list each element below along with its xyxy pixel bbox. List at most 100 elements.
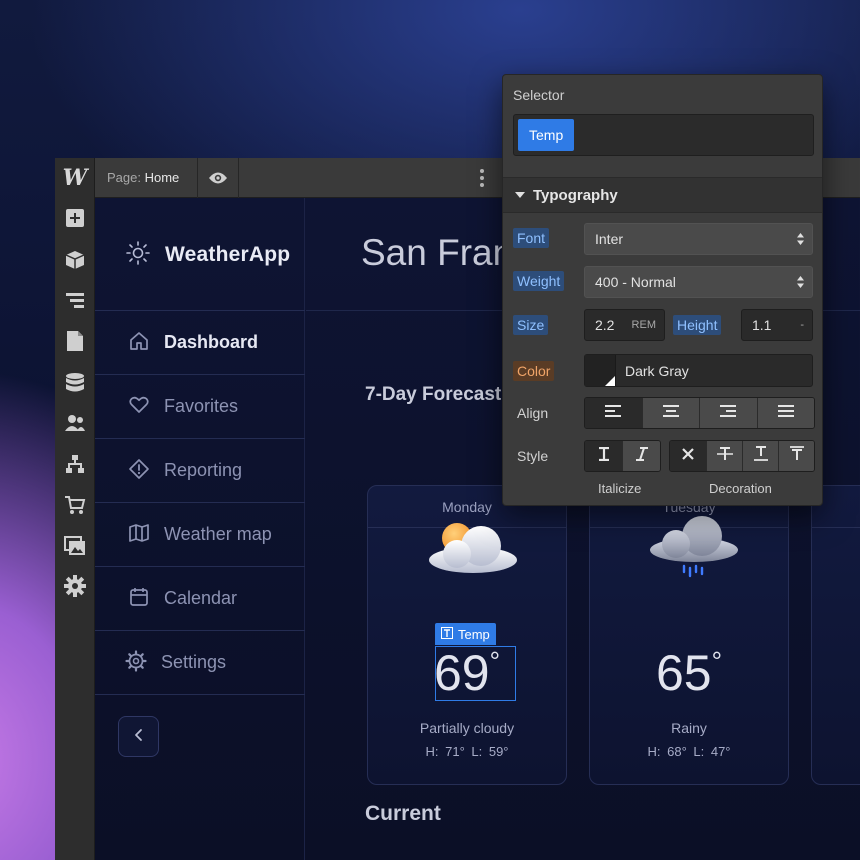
align-justify-icon <box>777 404 794 422</box>
divider <box>238 158 239 198</box>
align-center-icon <box>662 404 679 422</box>
page-label-key: Page: <box>107 170 141 185</box>
caret-down-icon <box>515 186 525 204</box>
nav-label: Favorites <box>164 396 239 416</box>
rain-cloud-icon <box>640 516 750 590</box>
align-center-button[interactable] <box>642 398 700 428</box>
no-decoration-button[interactable] <box>670 441 707 471</box>
overline-icon <box>789 446 805 466</box>
page-selector[interactable]: Page: Home <box>107 170 179 185</box>
size-label: Size <box>513 315 549 335</box>
nav-item-calendar[interactable]: Calendar <box>95 567 305 630</box>
align-label: Align <box>517 405 549 421</box>
close-icon <box>682 447 694 465</box>
components-icon[interactable] <box>63 248 87 272</box>
align-right-button[interactable] <box>700 398 758 428</box>
heart-icon <box>128 394 150 420</box>
forecast-card[interactable]: Tuesday 65° Rainy H: 68° L: 47° <box>589 485 789 785</box>
preview-eye-icon[interactable] <box>208 170 228 190</box>
strikethrough-button[interactable] <box>707 441 743 471</box>
logic-icon[interactable] <box>63 452 87 476</box>
font-value: Inter <box>595 231 624 247</box>
current-heading: Current <box>365 802 441 825</box>
weight-label: Weight <box>513 271 565 291</box>
nav-label: Weather map <box>164 524 272 544</box>
forecast-heading: 7-Day Forecast <box>365 384 502 405</box>
decoration-group <box>669 440 815 472</box>
align-right-icon <box>720 404 737 422</box>
size-value: 2.2 <box>595 317 615 333</box>
page-label-value: Home <box>144 170 180 185</box>
line-height-input[interactable]: 1.1 - <box>741 309 813 341</box>
selector-class-chip[interactable]: Temp <box>518 119 575 151</box>
upright-text-icon <box>598 446 610 466</box>
nav-item-settings[interactable]: Settings <box>95 631 305 694</box>
nav-item-favorites[interactable]: Favorites <box>95 375 305 438</box>
collapse-sidebar-button[interactable] <box>118 716 159 757</box>
condition-label: Partially cloudy <box>419 720 515 736</box>
nav-item-reporting[interactable]: Reporting <box>95 439 305 502</box>
condition-label: Rainy <box>671 720 707 736</box>
high-low: H: 68° L: 47° <box>647 744 731 759</box>
weight-value: 400 - Normal <box>595 274 676 290</box>
selected-element-tag[interactable]: Temp <box>435 623 496 645</box>
updown-arrows-icon <box>797 276 804 288</box>
style-label: Style <box>517 448 549 464</box>
color-value: Dark Gray <box>625 362 689 379</box>
forecast-card[interactable]: Monday Temp 69° Partially cloudy H: 71° … <box>367 485 567 785</box>
height-value: 1.1 <box>752 317 772 333</box>
text-align-group <box>584 397 815 429</box>
more-options-icon[interactable] <box>479 168 485 192</box>
assets-icon[interactable] <box>63 534 87 558</box>
nav-label: Reporting <box>164 460 243 480</box>
chevron-left-icon <box>134 727 144 746</box>
decoration-caption: Decoration <box>709 481 772 496</box>
temperature-value[interactable]: 69° <box>368 644 566 702</box>
logo-text: W <box>62 165 88 191</box>
add-icon[interactable] <box>63 206 87 230</box>
cms-icon[interactable] <box>63 371 87 395</box>
webflow-logo-icon[interactable]: W <box>62 165 88 191</box>
calendar-icon <box>128 586 150 612</box>
divider <box>197 158 198 198</box>
selected-tag-label: Temp <box>458 626 490 642</box>
align-left-button[interactable] <box>585 398 643 428</box>
divider <box>95 694 305 695</box>
selector-label: Selector <box>513 87 565 103</box>
size-input[interactable]: 2.2 REM <box>584 309 665 341</box>
underline-button[interactable] <box>743 441 779 471</box>
navigator-icon[interactable] <box>63 288 87 312</box>
ecommerce-icon[interactable] <box>63 493 87 517</box>
selector-field[interactable]: Temp <box>513 114 814 156</box>
strikethrough-icon <box>716 446 733 466</box>
nav-label: Settings <box>161 652 227 672</box>
color-picker-field[interactable]: Dark Gray <box>584 354 813 387</box>
users-icon[interactable] <box>63 411 87 435</box>
weight-select[interactable]: 400 - Normal <box>584 266 813 298</box>
color-swatch[interactable] <box>585 355 616 386</box>
normal-style-button[interactable] <box>585 441 623 471</box>
font-select[interactable]: Inter <box>584 223 813 255</box>
settings-icon[interactable] <box>63 574 87 598</box>
brand-name: WeatherApp <box>165 243 291 266</box>
nav-label: Dashboard <box>164 332 259 352</box>
size-unit[interactable]: REM <box>632 319 656 331</box>
italic-group <box>584 440 661 472</box>
align-justify-button[interactable] <box>757 398 814 428</box>
forecast-card[interactable] <box>811 485 860 785</box>
typography-section-header[interactable]: Typography <box>503 177 822 213</box>
overline-button[interactable] <box>779 441 814 471</box>
align-left-icon <box>605 404 622 422</box>
section-title: Typography <box>533 186 618 204</box>
brand[interactable]: WeatherApp <box>125 240 290 270</box>
italic-icon <box>635 446 649 466</box>
nav-label: Calendar <box>164 588 238 608</box>
temperature-value[interactable]: 65° <box>590 644 788 702</box>
italic-button[interactable] <box>623 441 660 471</box>
partly-cloudy-icon <box>423 516 523 582</box>
nav-item-dashboard[interactable]: Dashboard <box>95 311 305 374</box>
height-unit[interactable]: - <box>800 319 804 331</box>
pages-icon[interactable] <box>63 329 87 353</box>
app-sidebar: WeatherApp Dashboard Favorites Reporting… <box>95 198 305 860</box>
nav-item-weather-map[interactable]: Weather map <box>95 503 305 566</box>
